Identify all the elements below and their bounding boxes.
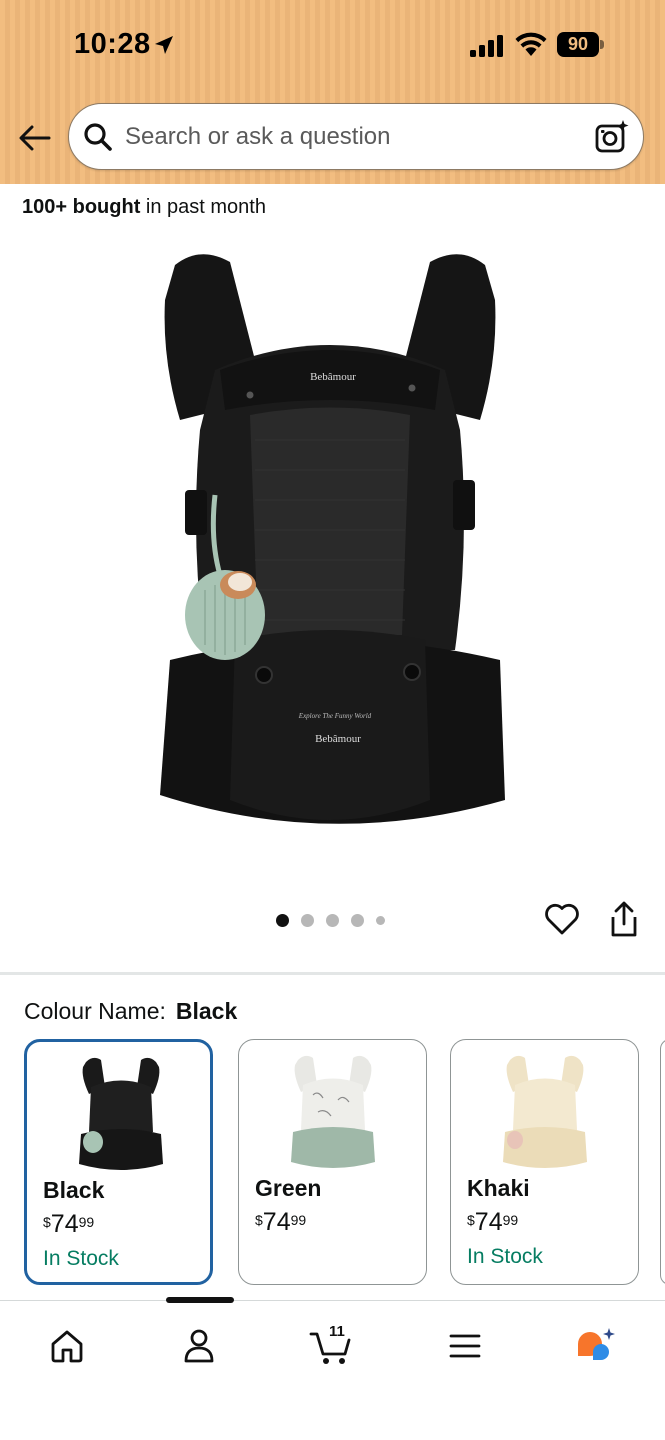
swatch-name: Black [43, 1177, 105, 1203]
price-whole: 74 [474, 1208, 503, 1236]
nav-menu[interactable] [440, 1323, 490, 1369]
status-time: 10:28 [74, 28, 151, 60]
swatch-black[interactable]: Black $7499 In Stock [24, 1039, 213, 1285]
colour-name-value: Black [175, 998, 238, 1024]
price-whole: 74 [262, 1208, 291, 1236]
nav-active-indicator [166, 1297, 234, 1303]
nav-rufus[interactable] [572, 1323, 622, 1369]
swatch-green[interactable]: Green $7499 [238, 1039, 427, 1285]
search-icon [84, 123, 112, 151]
colour-name-label: Colour Name: [24, 998, 166, 1024]
back-button[interactable] [16, 118, 54, 158]
home-icon [51, 1330, 83, 1363]
pager-dot[interactable] [301, 913, 314, 927]
header: 10:28 90 [0, 0, 665, 184]
location-arrow-icon [155, 36, 173, 54]
price-fraction: 99 [502, 1212, 519, 1228]
bought-count: 100+ bought [22, 196, 141, 218]
colour-name-row: Colour Name: Black [24, 998, 237, 1025]
brand-tagline: Explore The Funny World [298, 712, 372, 720]
camera-lens-icon[interactable] [594, 119, 630, 155]
brand-logo-top: Bebâmour [310, 371, 356, 383]
rufus-icon [578, 1328, 615, 1360]
price-currency: $ [43, 1214, 51, 1230]
pager-dot[interactable] [326, 913, 339, 927]
swatch-thumbnail [79, 1057, 163, 1170]
swatch-khaki[interactable]: Khaki $7499 In Stock [450, 1039, 639, 1285]
section-divider [0, 972, 665, 975]
back-arrow-icon [19, 125, 51, 151]
swatch-thumbnail [503, 1055, 587, 1168]
swatch-name: Green [255, 1175, 322, 1201]
bottom-nav: 11 [0, 1297, 665, 1440]
swatch-name: Khaki [467, 1175, 530, 1201]
swatch-price: $7499 [43, 1210, 94, 1239]
heart-icon[interactable] [543, 900, 581, 938]
search-input[interactable] [125, 116, 575, 158]
account-icon [184, 1329, 214, 1363]
swatch-next-partial[interactable] [660, 1039, 665, 1285]
bought-period: in past month [140, 196, 266, 218]
pager-dot[interactable] [351, 913, 364, 927]
cart-count: 11 [329, 1323, 345, 1340]
price-currency: $ [467, 1212, 475, 1228]
price-fraction: 99 [78, 1214, 95, 1230]
wifi-icon [515, 32, 547, 56]
menu-icon [449, 1334, 481, 1358]
price-fraction: 99 [290, 1212, 307, 1228]
cellular-signal-icon [470, 35, 503, 57]
pager-dot[interactable] [276, 913, 289, 927]
swatch-thumbnail [291, 1055, 375, 1168]
swatch-stock: In Stock [43, 1247, 119, 1270]
nav-account[interactable] [174, 1323, 224, 1369]
colour-swatches: Black $7499 In Stock Green $7499 Khaki $… [24, 1039, 665, 1289]
battery-indicator: 90 [557, 32, 605, 57]
share-icon[interactable] [606, 900, 642, 940]
bought-in-past-month: 100+ bought in past month [22, 196, 266, 219]
nav-home[interactable] [42, 1323, 92, 1369]
battery-tip [600, 40, 604, 49]
swatch-stock: In Stock [467, 1245, 543, 1268]
product-image[interactable]: Bebâmour Explore The Funny World Bebâmou… [140, 240, 520, 860]
swatch-price: $7499 [467, 1208, 518, 1237]
pager-dot[interactable] [376, 915, 385, 925]
search-bar[interactable] [68, 103, 644, 170]
battery-level: 90 [567, 34, 589, 54]
brand-logo-bottom: Bebâmour [315, 733, 361, 745]
swatch-price: $7499 [255, 1208, 306, 1237]
price-currency: $ [255, 1212, 263, 1228]
price-whole: 74 [50, 1210, 79, 1238]
image-pager[interactable] [276, 912, 385, 928]
status-bar: 10:28 90 [0, 0, 665, 90]
